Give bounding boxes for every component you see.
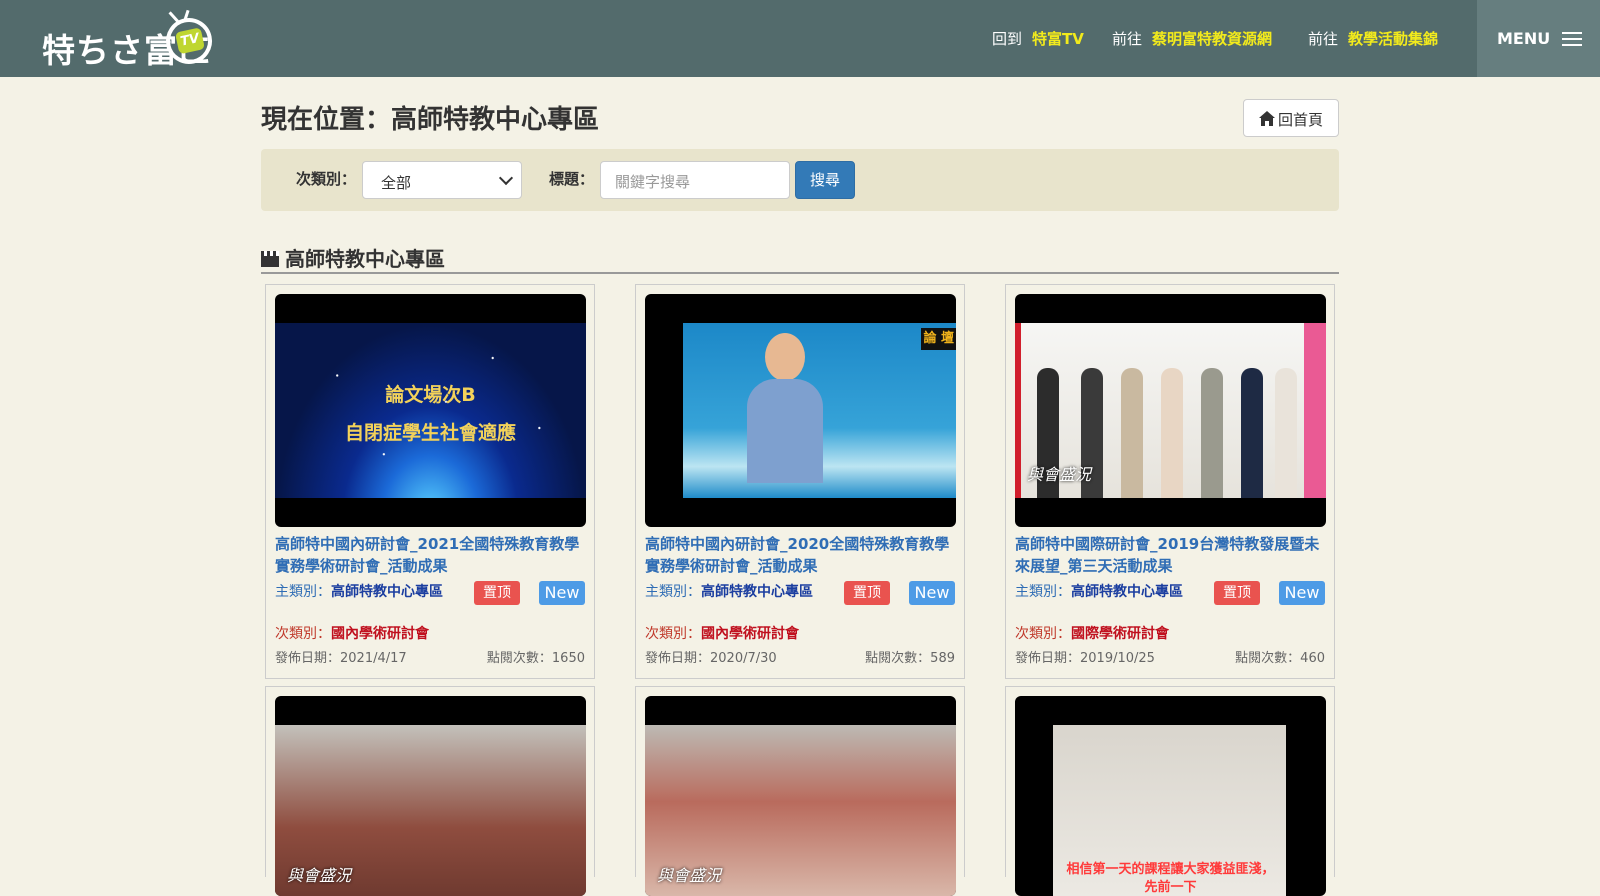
video-thumbnail[interactable]: 與會盛況 bbox=[275, 696, 586, 896]
thumbnail-subtitle: 先前一下 bbox=[1144, 880, 1197, 895]
main-category-label: 主類別： bbox=[1015, 584, 1071, 600]
main-category: 主類別：高師特教中心專區 bbox=[645, 582, 815, 603]
nav-link-resource-network[interactable]: 前往 蔡明富特教資源網 bbox=[1112, 28, 1272, 49]
video-card[interactable]: 論文場次B 自閉症學生社會適應 高師特中國內研討會_2021全國特殊教育教學實務… bbox=[265, 284, 595, 679]
nav-prefix: 前往 bbox=[1112, 30, 1143, 48]
nav-prefix: 前往 bbox=[1308, 30, 1339, 48]
sub-category-value[interactable]: 國內學術研討會 bbox=[331, 626, 429, 642]
thumbnail-caption: 與會盛況 bbox=[657, 866, 722, 885]
main-category-label: 主類別： bbox=[645, 584, 701, 600]
menu-label: MENU bbox=[1497, 29, 1551, 48]
sub-category: 次類別：國內學術研討會 bbox=[645, 624, 799, 645]
speaker-figure bbox=[747, 333, 823, 483]
main-category-value[interactable]: 高師特教中心專區 bbox=[701, 584, 813, 600]
top-navbar: 特ちさ富ㄈ TV 回到 特富TV 前往 蔡明富特教資源網 前往 教學活動集錦 MENU bbox=[0, 0, 1600, 77]
section-heading: 高師特教中心專區 bbox=[261, 243, 445, 272]
main-category-value[interactable]: 高師特教中心專區 bbox=[1071, 584, 1183, 600]
thumbnail-caption: 與會盛況 bbox=[287, 866, 352, 885]
logo-tv-label: TV bbox=[174, 27, 205, 55]
nav-link-activity-collection[interactable]: 前往 教學活動集錦 bbox=[1308, 28, 1438, 49]
main-category: 主類別：高師特教中心專區 bbox=[275, 582, 445, 603]
video-thumbnail[interactable]: 與會盛況 bbox=[645, 696, 956, 896]
main-category-label: 主類別： bbox=[275, 584, 331, 600]
view-count: 點閱次數：460 bbox=[1235, 651, 1325, 666]
chevron-down-icon bbox=[498, 170, 514, 186]
publish-date: 發佈日期：2021/4/17 bbox=[275, 651, 407, 666]
thumbnail-tag: 論 壇 bbox=[921, 328, 956, 350]
nav-label[interactable]: 蔡明富特教資源網 bbox=[1152, 30, 1272, 48]
main-category: 主類別：高師特教中心專區 bbox=[1015, 582, 1185, 603]
sub-category: 次類別：國際學術研討會 bbox=[1015, 624, 1169, 645]
thumbnail-caption: 與會盛況 bbox=[1027, 465, 1092, 484]
pinned-badge: 置顶 bbox=[1214, 581, 1260, 605]
thumbnail-text: 自閉症學生社會適應 bbox=[344, 422, 516, 444]
video-thumbnail[interactable]: 相信第一天的課程讓大家獲益匪淺， 先前一下 bbox=[1015, 696, 1326, 896]
section-divider bbox=[261, 272, 1339, 274]
hamburger-icon bbox=[1562, 32, 1582, 46]
sub-category-label: 次類別： bbox=[275, 626, 331, 642]
nav-label[interactable]: 教學活動集錦 bbox=[1348, 30, 1438, 48]
video-thumbnail[interactable]: 論文場次B 自閉症學生社會適應 bbox=[275, 294, 586, 527]
subcategory-select[interactable]: 全部 bbox=[362, 161, 522, 199]
home-button-label: 回首頁 bbox=[1278, 111, 1324, 129]
sub-category-label: 次類別： bbox=[645, 626, 701, 642]
nav-link-tetv[interactable]: 回到 特富TV bbox=[992, 28, 1084, 49]
nav-prefix: 回到 bbox=[992, 30, 1023, 48]
main-category-value[interactable]: 高師特教中心專區 bbox=[331, 584, 443, 600]
thumbnail-image bbox=[275, 323, 586, 498]
video-card[interactable]: 與會盛況 bbox=[635, 686, 965, 896]
home-icon bbox=[1259, 111, 1275, 126]
clapperboard-icon bbox=[261, 251, 279, 267]
view-count: 點閱次數：1650 bbox=[486, 651, 585, 666]
sub-category-value[interactable]: 國際學術研討會 bbox=[1071, 626, 1169, 642]
video-card[interactable]: 論 壇 高師特中國內研討會_2020全國特殊教育教學實務學術研討會_活動成果 主… bbox=[635, 284, 965, 679]
pinned-badge: 置顶 bbox=[844, 581, 890, 605]
video-card[interactable]: 與會盛況 高師特中國際研討會_2019台灣特教發展暨未來展望_第三天活動成果 主… bbox=[1005, 284, 1335, 679]
thumbnail-image bbox=[683, 323, 956, 498]
video-thumbnail[interactable]: 與會盛況 bbox=[1015, 294, 1326, 527]
page-title: 現在位置：高師特教中心專區 bbox=[261, 105, 600, 135]
filter-bar: 次類別： 全部 標題： 關鍵字搜尋 搜尋 bbox=[261, 149, 1339, 211]
search-button[interactable]: 搜尋 bbox=[795, 161, 855, 199]
subcategory-value: 全部 bbox=[381, 174, 412, 192]
subcategory-label: 次類別： bbox=[296, 170, 357, 188]
thumbnail-text: 論文場次B bbox=[385, 384, 476, 406]
new-badge: New bbox=[539, 581, 585, 605]
home-button[interactable]: 回首頁 bbox=[1243, 99, 1339, 137]
sub-category-value[interactable]: 國內學術研討會 bbox=[701, 626, 799, 642]
video-thumbnail[interactable]: 論 壇 bbox=[645, 294, 956, 527]
thumbnail-subtitle: 相信第一天的課程讓大家獲益匪淺， bbox=[1066, 862, 1275, 877]
new-badge: New bbox=[909, 581, 955, 605]
publish-date: 發佈日期：2020/7/30 bbox=[645, 651, 777, 666]
sub-category: 次類別：國內學術研討會 bbox=[275, 624, 429, 645]
title-label: 標題： bbox=[549, 170, 595, 188]
nav-label[interactable]: 特富TV bbox=[1032, 30, 1084, 48]
view-count: 點閱次數：589 bbox=[865, 651, 955, 666]
pinned-badge: 置顶 bbox=[474, 581, 520, 605]
sub-category-label: 次類別： bbox=[1015, 626, 1071, 642]
card-title[interactable]: 高師特中國內研討會_2020全國特殊教育教學實務學術研討會_活動成果 bbox=[645, 533, 958, 577]
publish-date: 發佈日期：2019/10/25 bbox=[1015, 651, 1155, 666]
video-card[interactable]: 相信第一天的課程讓大家獲益匪淺， 先前一下 bbox=[1005, 686, 1335, 896]
new-badge: New bbox=[1279, 581, 1325, 605]
keyword-search-input[interactable]: 關鍵字搜尋 bbox=[600, 161, 790, 199]
card-title[interactable]: 高師特中國內研討會_2021全國特殊教育教學實務學術研討會_活動成果 bbox=[275, 533, 588, 577]
menu-button[interactable]: MENU bbox=[1477, 0, 1600, 77]
section-title-text: 高師特教中心專區 bbox=[285, 247, 445, 271]
card-title[interactable]: 高師特中國際研討會_2019台灣特教發展暨未來展望_第三天活動成果 bbox=[1015, 533, 1328, 577]
video-card[interactable]: 與會盛況 bbox=[265, 686, 595, 896]
site-logo[interactable]: 特ちさ富ㄈ TV bbox=[42, 13, 217, 70]
